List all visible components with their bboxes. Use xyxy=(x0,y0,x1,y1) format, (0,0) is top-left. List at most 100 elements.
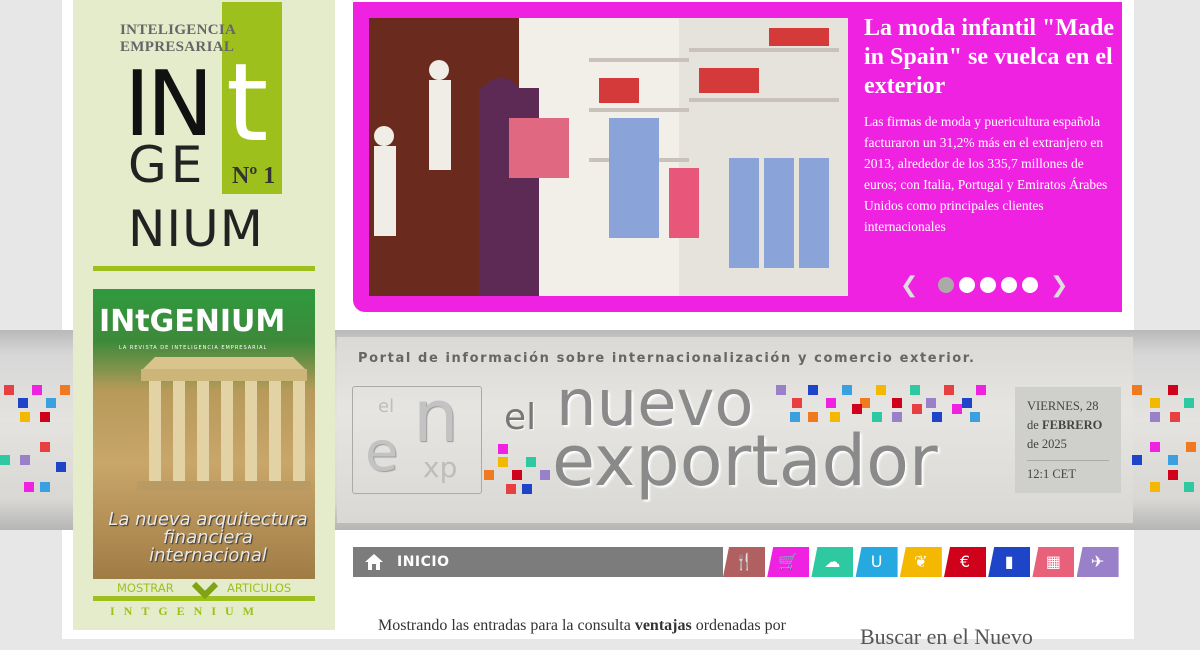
decorative-square xyxy=(970,412,980,422)
sidebar-divider-top xyxy=(93,266,315,271)
decorative-square xyxy=(912,404,922,414)
date-box: VIERNES, 28 de FEBRERO de 2025 12:1 CET xyxy=(1015,387,1121,493)
decorative-square xyxy=(932,412,942,422)
slider-dot-1[interactable] xyxy=(938,277,954,293)
decorative-square xyxy=(46,398,56,408)
decorative-square xyxy=(1150,482,1160,492)
decorative-square xyxy=(944,385,954,395)
show-articles-link[interactable]: MOSTRAR xyxy=(117,581,174,595)
cover-title: INtGENIUM xyxy=(99,304,286,339)
slider-next-arrow[interactable]: ❯ xyxy=(1050,273,1068,298)
decorative-square xyxy=(498,457,508,467)
decorative-square xyxy=(952,404,962,414)
decorative-square xyxy=(0,455,10,465)
decorative-square xyxy=(1184,482,1194,492)
decorative-square xyxy=(526,457,536,467)
date-year: de 2025 xyxy=(1027,437,1067,451)
book-icon[interactable]: ▮ xyxy=(988,547,1031,577)
decorative-square xyxy=(20,455,30,465)
decorative-square xyxy=(892,412,902,422)
logo-label-line1: INTELIGENCIA xyxy=(120,22,237,38)
logo-t-letter: t xyxy=(226,41,269,166)
decorative-square xyxy=(808,412,818,422)
decorative-square xyxy=(776,385,786,395)
decorative-square xyxy=(910,385,920,395)
featured-title[interactable]: La moda infantil "Made in Spain" se vuel… xyxy=(864,14,1114,101)
magnet-icon[interactable]: U xyxy=(855,547,898,577)
decorative-square xyxy=(808,385,818,395)
featured-summary: Las firmas de moda y puericultura españo… xyxy=(864,114,1108,234)
plane-icon[interactable]: ✈ xyxy=(1076,547,1119,577)
decorative-square xyxy=(830,412,840,422)
decorative-square xyxy=(1184,398,1194,408)
decorative-square xyxy=(18,398,28,408)
decorative-square xyxy=(60,385,70,395)
decorative-square xyxy=(1170,412,1180,422)
site-tagline: Portal de información sobre internaciona… xyxy=(358,351,976,366)
decorative-square xyxy=(792,398,802,408)
cart-icon[interactable]: 🛒 xyxy=(767,547,810,577)
decorative-square xyxy=(1132,385,1142,395)
logo-e-text: e xyxy=(365,420,399,483)
slider-dot-2[interactable] xyxy=(959,277,975,293)
date-time: 12:1 CET xyxy=(1027,467,1076,481)
main-nav: INICIO 🍴 🛒 ☁ U ❦ € ▮ ▦ ✈ xyxy=(353,547,1121,577)
decorative-square xyxy=(1150,442,1160,452)
chevron-down-icon[interactable] xyxy=(190,581,220,601)
restaurant-icon[interactable]: 🍴 xyxy=(723,547,765,577)
articles-link[interactable]: ARTICULOS xyxy=(227,581,291,595)
search-widget-title: Buscar en el Nuevo xyxy=(860,624,1033,649)
decorative-square xyxy=(826,398,836,408)
decorative-square xyxy=(40,442,50,452)
decorative-square xyxy=(852,404,862,414)
decorative-square xyxy=(926,398,936,408)
date-de: de xyxy=(1027,418,1039,432)
logo-nium-text: NIUM xyxy=(128,200,264,258)
search-results-intro: Mostrando las entradas para la consulta … xyxy=(378,617,786,635)
decorative-square xyxy=(1150,412,1160,422)
decorative-square xyxy=(962,398,972,408)
results-prefix: Mostrando las entradas para la consulta xyxy=(378,617,635,634)
decorative-square xyxy=(484,470,494,480)
date-month-line: de FEBRERO xyxy=(1027,416,1109,435)
date-divider xyxy=(1027,460,1109,461)
leaf-icon[interactable]: ❦ xyxy=(899,547,942,577)
intgenium-footer-label: INTGENIUM xyxy=(110,604,264,618)
brand-exportador-text: exportador xyxy=(552,420,938,502)
decorative-square xyxy=(1150,398,1160,408)
decorative-square xyxy=(540,470,550,480)
date-weekday: VIERNES, 28 xyxy=(1027,399,1099,413)
film-icon[interactable]: ▦ xyxy=(1032,547,1075,577)
decorative-square xyxy=(872,412,882,422)
date-month: FEBRERO xyxy=(1041,418,1103,432)
cover-caption: La nueva arquitectura financiera interna… xyxy=(108,509,308,566)
decorative-square xyxy=(40,482,50,492)
euro-icon[interactable]: € xyxy=(944,547,986,577)
decorative-square xyxy=(506,484,516,494)
decorative-square xyxy=(876,385,886,395)
nav-home[interactable]: INICIO xyxy=(353,547,723,577)
decorative-square xyxy=(1168,385,1178,395)
decorative-square xyxy=(498,444,508,454)
slider-dot-3[interactable] xyxy=(980,277,996,293)
cloud-icon[interactable]: ☁ xyxy=(811,547,854,577)
nav-home-label: INICIO xyxy=(397,554,450,570)
decorative-square xyxy=(1168,455,1178,465)
results-suffix: ordenadas por xyxy=(691,617,786,634)
logo-el-text: el xyxy=(378,396,395,417)
slider-pagination: ❮ ❯ xyxy=(900,273,1075,298)
issue-number: Nº 1 xyxy=(232,163,276,189)
results-query: ventajas xyxy=(634,617,692,634)
logo-xp-text: xp xyxy=(423,451,458,484)
decorative-square xyxy=(4,385,14,395)
slider-dot-4[interactable] xyxy=(1001,277,1017,293)
featured-image[interactable] xyxy=(369,18,848,296)
brand-el-text: el xyxy=(504,397,537,438)
decorative-square xyxy=(1186,442,1196,452)
store-photo xyxy=(369,18,848,296)
decorative-square xyxy=(522,484,532,494)
magazine-cover[interactable]: INtGENIUM LA REVISTA DE INTELIGENCIA EMP… xyxy=(93,289,315,579)
decorative-square xyxy=(20,412,30,422)
slider-dot-5[interactable] xyxy=(1022,277,1038,293)
slider-prev-arrow[interactable]: ❮ xyxy=(900,273,918,298)
